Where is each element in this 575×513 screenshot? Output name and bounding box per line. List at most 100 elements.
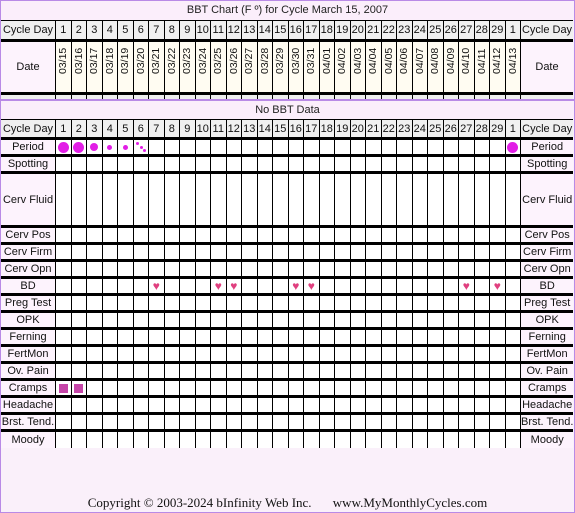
moody-cell[interactable]: [210, 429, 227, 448]
headache-cell[interactable]: [334, 395, 351, 414]
fertmon-cell[interactable]: [179, 344, 196, 363]
cerv-pos-cell[interactable]: [442, 225, 459, 244]
cerv-opn-cell[interactable]: [256, 259, 273, 278]
headache-cell[interactable]: [272, 395, 289, 414]
cerv-opn-cell[interactable]: [349, 259, 366, 278]
cerv-firm-cell[interactable]: [349, 242, 366, 261]
ov-pain-cell[interactable]: [241, 361, 258, 380]
cerv-pos-cell[interactable]: [504, 225, 521, 244]
period-cell[interactable]: [303, 137, 320, 156]
ferning-cell[interactable]: [117, 327, 134, 346]
bd-cell[interactable]: [241, 276, 258, 295]
cerv-fluid-cell[interactable]: [148, 171, 165, 227]
ov-pain-cell[interactable]: [148, 361, 165, 380]
cerv-opn-cell[interactable]: [411, 259, 428, 278]
opk-cell[interactable]: [287, 310, 304, 329]
period-cell[interactable]: [117, 137, 134, 156]
cerv-opn-cell[interactable]: [442, 259, 459, 278]
moody-cell[interactable]: [55, 429, 72, 448]
cerv-firm-cell[interactable]: [70, 242, 87, 261]
fertmon-cell[interactable]: [473, 344, 490, 363]
fertmon-cell[interactable]: [287, 344, 304, 363]
cramps-cell[interactable]: [334, 378, 351, 397]
opk-cell[interactable]: [489, 310, 506, 329]
bd-cell[interactable]: [194, 276, 211, 295]
ferning-cell[interactable]: [132, 327, 149, 346]
cerv-opn-cell[interactable]: [55, 259, 72, 278]
cerv-fluid-cell[interactable]: [101, 171, 118, 227]
spotting-cell[interactable]: [380, 154, 397, 173]
cerv-firm-cell[interactable]: [396, 242, 413, 261]
cerv-pos-cell[interactable]: [287, 225, 304, 244]
bd-cell[interactable]: [411, 276, 428, 295]
cerv-opn-cell[interactable]: [287, 259, 304, 278]
fertmon-cell[interactable]: [86, 344, 103, 363]
cerv-firm-cell[interactable]: [117, 242, 134, 261]
bd-cell[interactable]: ♥: [148, 276, 165, 295]
opk-cell[interactable]: [225, 310, 242, 329]
opk-cell[interactable]: [504, 310, 521, 329]
opk-cell[interactable]: [411, 310, 428, 329]
cerv-pos-cell[interactable]: [179, 225, 196, 244]
preg-test-cell[interactable]: [380, 293, 397, 312]
cerv-pos-cell[interactable]: [210, 225, 227, 244]
period-cell[interactable]: [210, 137, 227, 156]
cerv-fluid-cell[interactable]: [287, 171, 304, 227]
ferning-cell[interactable]: [241, 327, 258, 346]
ov-pain-cell[interactable]: [365, 361, 382, 380]
cerv-firm-cell[interactable]: [179, 242, 196, 261]
ferning-cell[interactable]: [458, 327, 475, 346]
cramps-cell[interactable]: [442, 378, 459, 397]
cerv-opn-cell[interactable]: [163, 259, 180, 278]
opk-cell[interactable]: [163, 310, 180, 329]
cramps-cell[interactable]: [148, 378, 165, 397]
spotting-cell[interactable]: [148, 154, 165, 173]
cerv-opn-cell[interactable]: [396, 259, 413, 278]
bd-cell[interactable]: [318, 276, 335, 295]
opk-cell[interactable]: [272, 310, 289, 329]
spotting-cell[interactable]: [241, 154, 258, 173]
cerv-pos-cell[interactable]: [365, 225, 382, 244]
ferning-cell[interactable]: [256, 327, 273, 346]
opk-cell[interactable]: [194, 310, 211, 329]
cerv-firm-cell[interactable]: [318, 242, 335, 261]
spotting-cell[interactable]: [442, 154, 459, 173]
spotting-cell[interactable]: [349, 154, 366, 173]
cerv-pos-cell[interactable]: [101, 225, 118, 244]
fertmon-cell[interactable]: [411, 344, 428, 363]
moody-cell[interactable]: [194, 429, 211, 448]
moody-cell[interactable]: [349, 429, 366, 448]
brst-tend-cell[interactable]: [55, 412, 72, 431]
cerv-pos-cell[interactable]: [55, 225, 72, 244]
cerv-pos-cell[interactable]: [396, 225, 413, 244]
cramps-cell[interactable]: [163, 378, 180, 397]
bd-cell[interactable]: [70, 276, 87, 295]
preg-test-cell[interactable]: [396, 293, 413, 312]
ov-pain-cell[interactable]: [287, 361, 304, 380]
ferning-cell[interactable]: [55, 327, 72, 346]
brst-tend-cell[interactable]: [365, 412, 382, 431]
fertmon-cell[interactable]: [334, 344, 351, 363]
ov-pain-cell[interactable]: [194, 361, 211, 380]
opk-cell[interactable]: [318, 310, 335, 329]
moody-cell[interactable]: [380, 429, 397, 448]
cerv-firm-cell[interactable]: [365, 242, 382, 261]
preg-test-cell[interactable]: [148, 293, 165, 312]
spotting-cell[interactable]: [287, 154, 304, 173]
brst-tend-cell[interactable]: [272, 412, 289, 431]
ferning-cell[interactable]: [427, 327, 444, 346]
fertmon-cell[interactable]: [241, 344, 258, 363]
spotting-cell[interactable]: [163, 154, 180, 173]
period-cell[interactable]: [225, 137, 242, 156]
cerv-pos-cell[interactable]: [70, 225, 87, 244]
fertmon-cell[interactable]: [163, 344, 180, 363]
cerv-pos-cell[interactable]: [132, 225, 149, 244]
bd-cell[interactable]: [427, 276, 444, 295]
headache-cell[interactable]: [303, 395, 320, 414]
opk-cell[interactable]: [210, 310, 227, 329]
cerv-firm-cell[interactable]: [241, 242, 258, 261]
cramps-cell[interactable]: [380, 378, 397, 397]
brst-tend-cell[interactable]: [256, 412, 273, 431]
fertmon-cell[interactable]: [489, 344, 506, 363]
headache-cell[interactable]: [194, 395, 211, 414]
